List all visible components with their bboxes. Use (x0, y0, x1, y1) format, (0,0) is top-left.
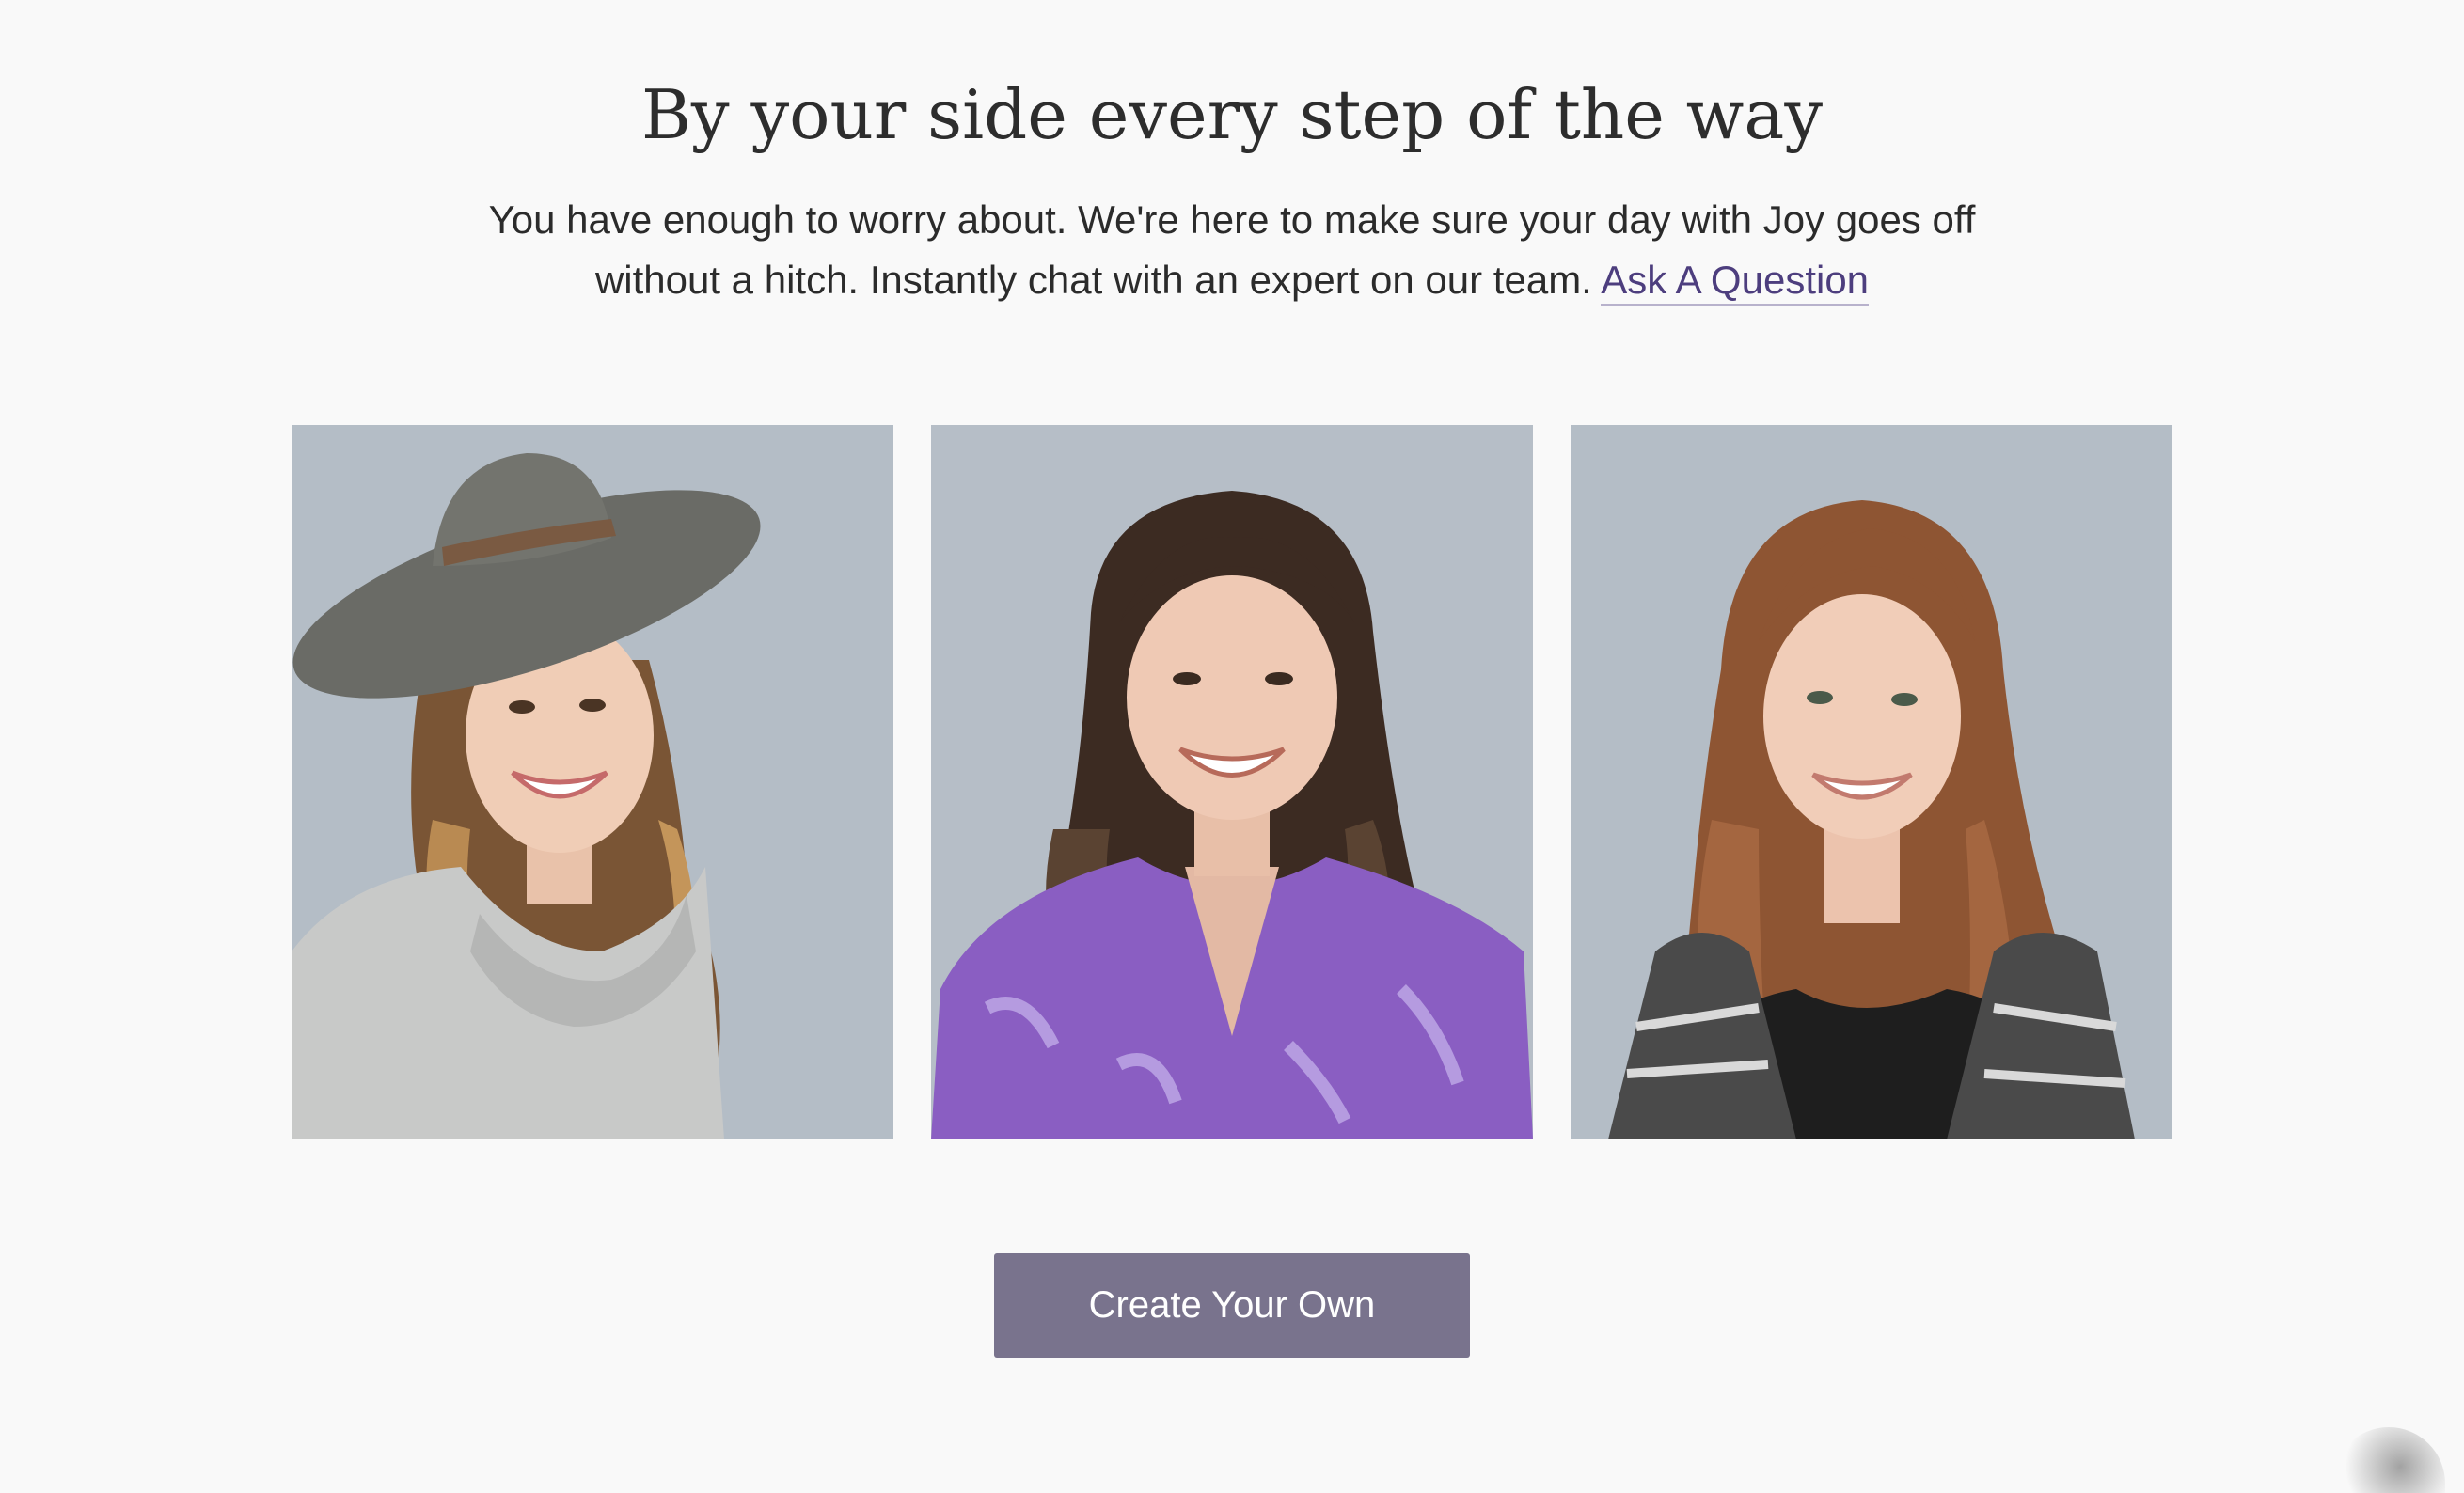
intro-paragraph: You have enough to worry about. We're he… (442, 190, 2022, 310)
create-your-own-button[interactable]: Create Your Own (994, 1253, 1470, 1358)
portrait-purple-blouse-icon (931, 425, 1533, 1139)
section-title: By your side every step of the way (641, 75, 1823, 154)
portrait-hat-icon (292, 425, 893, 1139)
portrait-auburn-hair-icon (1571, 425, 2172, 1139)
team-photo-3 (1571, 425, 2172, 1139)
ask-a-question-link[interactable]: Ask A Question (1601, 258, 1870, 306)
team-photo-2 (931, 425, 1533, 1139)
chat-widget-icon[interactable] (2332, 1427, 2445, 1493)
team-photo-1 (292, 425, 893, 1139)
team-support-section: By your side every step of the way You h… (0, 0, 2464, 1493)
